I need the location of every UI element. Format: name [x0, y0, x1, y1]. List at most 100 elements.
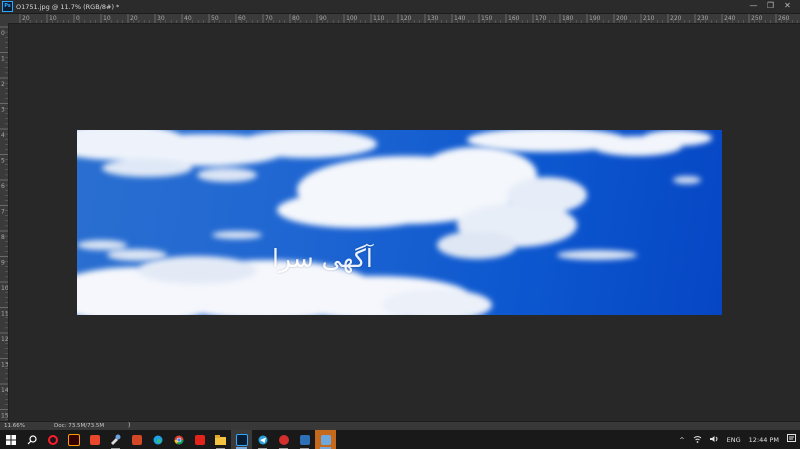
top-ruler-label: 90 — [319, 15, 327, 22]
top-ruler-label: 230 — [697, 15, 709, 22]
top-ruler-label: 260 — [778, 15, 790, 22]
search-icon — [27, 434, 37, 444]
left-ruler-label: 4 — [1, 132, 5, 139]
notification-icon[interactable] — [787, 434, 796, 445]
telegram-icon — [258, 435, 267, 444]
left-ruler-label: 6 — [1, 183, 5, 190]
top-ruler-label: 150 — [481, 15, 493, 22]
telegram-app[interactable] — [252, 430, 273, 449]
sky-image[interactable] — [77, 130, 722, 315]
powerpoint-icon — [131, 434, 142, 445]
status-menu-arrow[interactable]: ) — [128, 422, 130, 429]
s-app-icon — [89, 434, 100, 445]
top-ruler-label: 140 — [454, 15, 466, 22]
photoshop-icon: Ps — [2, 1, 13, 12]
left-ruler-label: 13 — [1, 362, 8, 369]
top-ruler-label: 170 — [535, 15, 547, 22]
opera-app[interactable] — [42, 430, 63, 449]
windows-icon — [5, 434, 16, 445]
folder-icon — [215, 434, 226, 445]
left-ruler-label: 1 — [1, 56, 5, 63]
taskbar: ^ ENG 12:44 PM — [0, 430, 800, 449]
language-indicator[interactable]: ENG — [727, 436, 741, 444]
photos-app[interactable] — [315, 430, 336, 449]
cloud-layer — [77, 130, 712, 315]
top-ruler[interactable]: 20 10 0 10 20 30 40 50 60 70 80 90 100 110 120 130 140 15… — [8, 14, 800, 24]
left-ruler-label: 8 — [1, 234, 5, 241]
top-ruler-label: 250 — [751, 15, 763, 22]
acrobat-app[interactable] — [189, 430, 210, 449]
title-bar: Ps O1751.jpg @ 11.7% (RGB/8#) * — ❐ ✕ — [0, 0, 800, 14]
top-ruler-label: 190 — [589, 15, 601, 22]
ruler-corner[interactable] — [0, 14, 8, 23]
minimize-button[interactable]: — — [745, 0, 762, 13]
top-ruler-label: 30 — [157, 15, 165, 22]
top-ruler-label: 120 — [400, 15, 412, 22]
top-ruler-label: 240 — [724, 15, 736, 22]
restore-button[interactable]: ❐ — [762, 0, 779, 13]
illustrator-app[interactable] — [63, 430, 84, 449]
top-ruler-label: 110 — [373, 15, 385, 22]
top-ruler-label: 10 — [103, 15, 111, 22]
top-ruler-label: 10 — [49, 15, 57, 22]
start-button[interactable] — [0, 430, 21, 449]
s-app-2-icon — [299, 434, 310, 445]
top-ruler-label: 130 — [427, 15, 439, 22]
chrome-app[interactable] — [168, 430, 189, 449]
top-ruler-label: 100 — [346, 15, 358, 22]
left-ruler-label: 10 — [1, 285, 8, 292]
left-ruler-label: 5 — [1, 158, 5, 165]
chrome-icon — [174, 435, 183, 444]
left-ruler-label: 2 — [1, 81, 5, 88]
file-explorer-app[interactable] — [210, 430, 231, 449]
left-ruler-label: 14 — [1, 387, 8, 394]
illustrator-icon — [67, 433, 80, 446]
top-ruler-label: 50 — [211, 15, 219, 22]
wps-app[interactable] — [273, 430, 294, 449]
left-ruler-label: 11 — [1, 311, 8, 318]
smartsheet-app[interactable] — [84, 430, 105, 449]
wps-icon — [278, 434, 289, 445]
left-ruler-label: 0 — [1, 30, 5, 37]
tray-chevron-icon[interactable]: ^ — [679, 436, 684, 444]
photoshop-taskbar-icon — [235, 433, 248, 446]
speaker-icon[interactable] — [709, 435, 719, 445]
top-ruler-label: 200 — [616, 15, 628, 22]
tools-app[interactable] — [105, 430, 126, 449]
left-ruler-label: 9 — [1, 260, 5, 267]
top-ruler-label: 210 — [643, 15, 655, 22]
top-ruler-label: 70 — [265, 15, 273, 22]
top-ruler-label: 160 — [508, 15, 520, 22]
system-tray: ^ ENG 12:44 PM — [675, 430, 800, 449]
document-size: Doc: 73.5M/73.5M — [54, 423, 105, 429]
left-ruler-label: 3 — [1, 107, 5, 114]
zoom-level[interactable]: 11.66% — [4, 423, 25, 429]
top-ruler-label: 60 — [238, 15, 246, 22]
clock[interactable]: 12:44 PM — [749, 436, 779, 444]
photos-icon — [320, 434, 331, 445]
left-ruler-label: 7 — [1, 209, 5, 216]
top-ruler-label: 180 — [562, 15, 574, 22]
photoshop-app[interactable] — [231, 430, 252, 449]
opera-icon — [47, 434, 58, 445]
smartsheet2-app[interactable] — [294, 430, 315, 449]
top-ruler-label: 0 — [76, 15, 80, 22]
close-button[interactable]: ✕ — [779, 0, 796, 13]
left-ruler-label: 12 — [1, 336, 8, 343]
wifi-icon[interactable] — [693, 435, 702, 445]
window-controls: — ❐ ✕ — [745, 0, 796, 13]
left-ruler-label: 15 — [1, 413, 8, 420]
top-ruler-label: 220 — [670, 15, 682, 22]
top-ruler-ticks: 20 10 0 10 20 30 40 50 60 70 80 90 100 110 120 130 140 15… — [19, 14, 798, 23]
search-button[interactable] — [21, 430, 42, 449]
left-ruler[interactable]: 0 1 2 3 4 5 6 7 8 9 10 11 12 13 14 15 — [0, 23, 9, 421]
powerpoint-app[interactable] — [126, 430, 147, 449]
left-ruler-ticks: 0123456789101112131415 — [0, 26, 8, 420]
edge-icon — [153, 435, 162, 444]
tools-icon — [111, 434, 121, 445]
document-tab-title[interactable]: O1751.jpg @ 11.7% (RGB/8#) * — [16, 3, 119, 11]
top-ruler-label: 20 — [130, 15, 138, 22]
edge-app[interactable] — [147, 430, 168, 449]
watermark-text: آگهی سرا — [272, 244, 373, 273]
top-ruler-label: 40 — [184, 15, 192, 22]
